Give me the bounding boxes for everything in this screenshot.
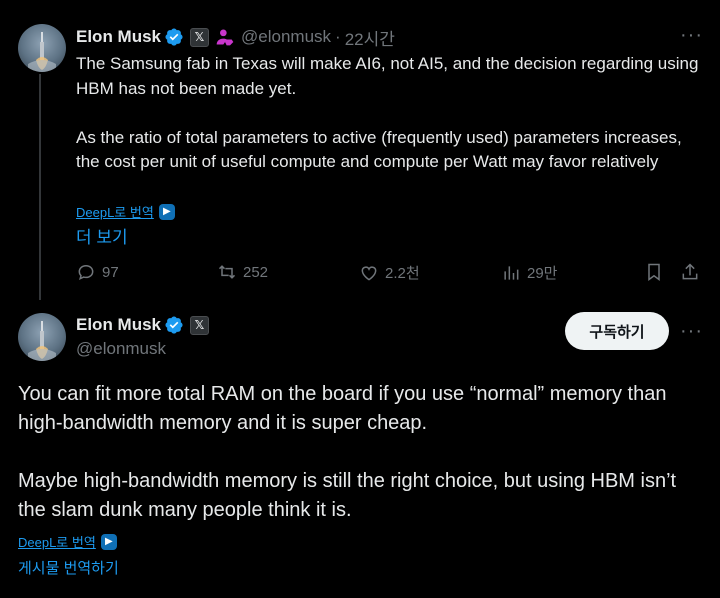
reply-icon xyxy=(78,264,94,281)
avatar[interactable] xyxy=(18,24,66,72)
subscribe-button[interactable]: 구독하기 xyxy=(565,312,669,350)
deepl-translate-link[interactable]: DeepL로 번역 ▶ xyxy=(76,202,175,221)
author-handle[interactable]: @elonmusk xyxy=(76,339,166,359)
post-timestamp[interactable]: 22시간 xyxy=(345,25,395,50)
like-count: 2.2천 xyxy=(385,265,420,282)
more-options-icon[interactable]: ··· xyxy=(680,320,703,343)
post-header: Elon Musk 𝕏 @elonmusk · 22시간 xyxy=(76,25,395,50)
separator-dot: · xyxy=(335,27,341,46)
affiliate-person-icon[interactable] xyxy=(215,27,235,47)
post-text: You can fit more total RAM on the board … xyxy=(18,383,677,521)
x-affiliate-badge[interactable]: 𝕏 xyxy=(190,315,210,335)
show-more-link[interactable]: 더 보기 xyxy=(76,223,128,248)
post-header: Elon Musk 𝕏 xyxy=(76,314,210,336)
view-count: 29만 xyxy=(527,265,558,282)
like-button[interactable]: 2.2천 xyxy=(359,262,420,283)
views-chart-icon xyxy=(504,265,519,280)
avatar[interactable] xyxy=(18,313,66,361)
author-name[interactable]: Elon Musk xyxy=(76,27,161,47)
rocket-launch-image xyxy=(28,32,56,72)
deepl-icon: ▶ xyxy=(158,203,175,220)
thread-connector-line xyxy=(39,74,41,300)
rocket-launch-image xyxy=(28,321,56,361)
deepl-icon: ▶ xyxy=(100,533,117,550)
author-name[interactable]: Elon Musk xyxy=(76,315,161,335)
verified-badge-icon[interactable] xyxy=(164,27,184,47)
x-affiliate-badge[interactable]: 𝕏 xyxy=(190,27,210,47)
views-button[interactable]: 29만 xyxy=(501,262,558,283)
repost-button[interactable]: 252 xyxy=(217,262,268,282)
verified-badge-icon[interactable] xyxy=(164,315,184,335)
translate-post-link[interactable]: 게시물 번역하기 xyxy=(18,557,119,578)
share-icon xyxy=(682,263,698,280)
deepl-translate-link[interactable]: DeepL로 번역 ▶ xyxy=(18,532,117,551)
repost-icon xyxy=(218,265,236,279)
heart-icon xyxy=(361,265,377,281)
bookmark-icon xyxy=(648,263,660,281)
bookmark-button[interactable] xyxy=(644,262,670,282)
reply-count: 97 xyxy=(102,263,119,281)
reply-button[interactable]: 97 xyxy=(76,262,119,282)
more-options-icon[interactable]: ··· xyxy=(680,24,703,47)
deepl-label[interactable]: DeepL로 번역 xyxy=(18,532,96,551)
post-text: The Samsung fab in Texas will make AI6, … xyxy=(76,54,699,171)
author-handle[interactable]: @elonmusk xyxy=(241,27,331,47)
repost-count: 252 xyxy=(243,263,269,281)
share-button[interactable] xyxy=(680,262,706,282)
deepl-label[interactable]: DeepL로 번역 xyxy=(76,202,154,221)
post-actions: 97 252 2.2천 29만 xyxy=(76,262,706,284)
